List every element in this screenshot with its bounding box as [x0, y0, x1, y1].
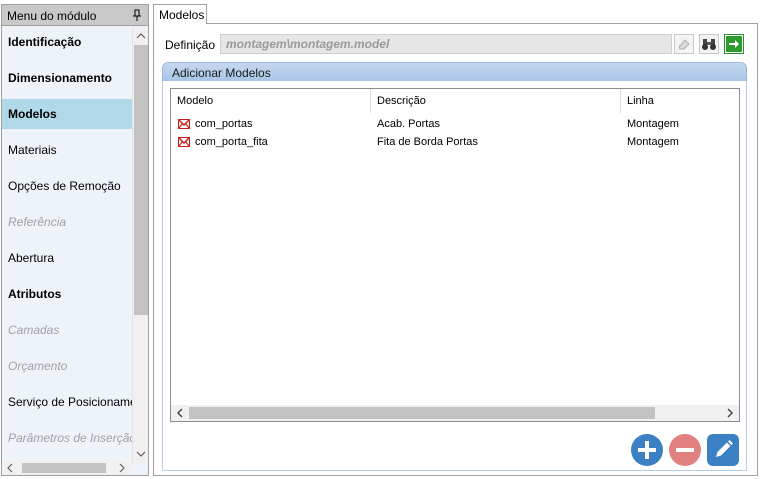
- edit-model-button[interactable]: [707, 434, 739, 466]
- add-models-group-header: Adicionar Modelos: [162, 62, 747, 82]
- module-menu-vertical-scrollbar[interactable]: [132, 27, 148, 464]
- scrollbar-thumb[interactable]: [22, 463, 106, 473]
- column-header-descricao[interactable]: Descrição: [371, 89, 621, 113]
- grid-horizontal-scrollbar[interactable]: [171, 405, 739, 421]
- sidebar-item-modelos[interactable]: Modelos: [2, 99, 132, 129]
- sidebar-item-opcoes-de-remocao[interactable]: Opções de Remoção: [2, 171, 132, 201]
- minus-icon: [676, 448, 694, 452]
- cell-linha: Montagem: [627, 118, 679, 130]
- apply-definition-button[interactable]: [724, 34, 744, 54]
- eraser-icon: [678, 39, 690, 50]
- cell-linha: Montagem: [627, 136, 679, 148]
- module-menu-list: Identificação Dimensionamento Modelos Mater…: [2, 27, 132, 463]
- sidebar-item-referencia: Referência: [8, 215, 67, 229]
- module-menu-panel: Menu do módulo Identificação Dimensioname…: [1, 4, 149, 476]
- column-header-modelo[interactable]: Modelo: [171, 89, 371, 113]
- module-menu-title: Menu do módulo: [7, 9, 97, 23]
- scroll-down-icon[interactable]: [133, 447, 149, 461]
- sidebar-item-abertura[interactable]: Abertura: [2, 243, 132, 273]
- tab-modelos[interactable]: Modelos: [153, 4, 207, 24]
- cell-modelo: com_portas: [195, 118, 253, 130]
- pin-icon[interactable]: [130, 8, 144, 22]
- definition-field[interactable]: montagem\montagem.model: [220, 34, 672, 54]
- binoculars-icon: [702, 39, 716, 50]
- sidebar-item-identificacao[interactable]: Identificação: [2, 27, 132, 57]
- clear-definition-button[interactable]: [674, 34, 694, 54]
- column-header-linha[interactable]: Linha: [621, 89, 739, 113]
- sidebar-item-servico-de-posicionamento[interactable]: Serviço de Posicionamento: [2, 387, 132, 417]
- sidebar-item-camadas: Camadas: [8, 323, 60, 337]
- models-grid: Modelo Descrição Linha com_portas Acab. …: [170, 88, 740, 422]
- definition-label: Definição: [165, 38, 216, 52]
- green-arrow-icon: [726, 36, 742, 52]
- table-row[interactable]: com_portas Acab. Portas Montagem: [171, 115, 739, 133]
- sidebar-item-orcamento: Orçamento: [8, 359, 68, 373]
- scroll-left-icon[interactable]: [173, 406, 187, 420]
- cell-modelo: com_porta_fita: [195, 136, 268, 148]
- remove-model-button[interactable]: [669, 434, 701, 466]
- browse-definition-button[interactable]: [699, 34, 719, 54]
- models-tab-content: Definição montagem\montagem.model Adicio…: [153, 23, 758, 476]
- scroll-right-icon[interactable]: [116, 461, 128, 475]
- sidebar-item-atributos[interactable]: Atributos: [2, 279, 132, 309]
- plus-icon: [638, 441, 656, 459]
- sidebar-item-materiais[interactable]: Materiais: [2, 135, 132, 165]
- scrollbar-thumb[interactable]: [134, 45, 148, 315]
- model-icon: [178, 119, 190, 129]
- scroll-up-icon[interactable]: [133, 29, 149, 43]
- cell-descricao: Acab. Portas: [377, 118, 440, 130]
- add-model-button[interactable]: [631, 434, 663, 466]
- scroll-right-icon[interactable]: [723, 406, 737, 420]
- table-row[interactable]: com_porta_fita Fita de Borda Portas Mont…: [171, 133, 739, 151]
- sidebar-item-parametros-de-insercao: Parâmetros de Inserção: [8, 431, 132, 445]
- module-menu-horizontal-scrollbar[interactable]: [2, 461, 132, 475]
- pencil-icon: [716, 440, 733, 457]
- scrollbar-thumb[interactable]: [189, 407, 655, 419]
- module-menu-header: Menu do módulo: [2, 5, 148, 26]
- cell-descricao: Fita de Borda Portas: [377, 136, 478, 148]
- add-models-group: Modelo Descrição Linha com_portas Acab. …: [162, 81, 747, 471]
- sidebar-item-dimensionamento[interactable]: Dimensionamento: [2, 63, 132, 93]
- model-icon: [178, 137, 190, 147]
- scroll-left-icon[interactable]: [4, 461, 16, 475]
